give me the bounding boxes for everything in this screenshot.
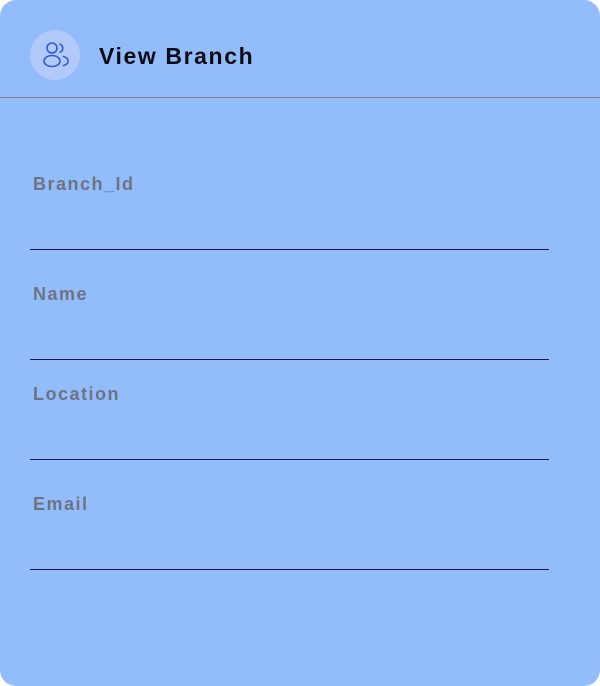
branch-id-input[interactable] [30,216,549,250]
branch-id-label: Branch_Id [33,174,135,194]
location-label: Location [33,384,120,404]
page-title: View Branch [99,43,255,69]
users-icon [43,42,69,68]
avatar [30,30,80,80]
name-label: Name [33,284,89,304]
location-input[interactable] [30,426,549,460]
name-input[interactable] [30,326,549,360]
email-label: Email [33,494,89,514]
card-header: View Branch [0,0,600,98]
view-branch-card: View Branch Branch_Id Name Location Emai… [0,0,600,686]
email-input[interactable] [30,536,549,570]
